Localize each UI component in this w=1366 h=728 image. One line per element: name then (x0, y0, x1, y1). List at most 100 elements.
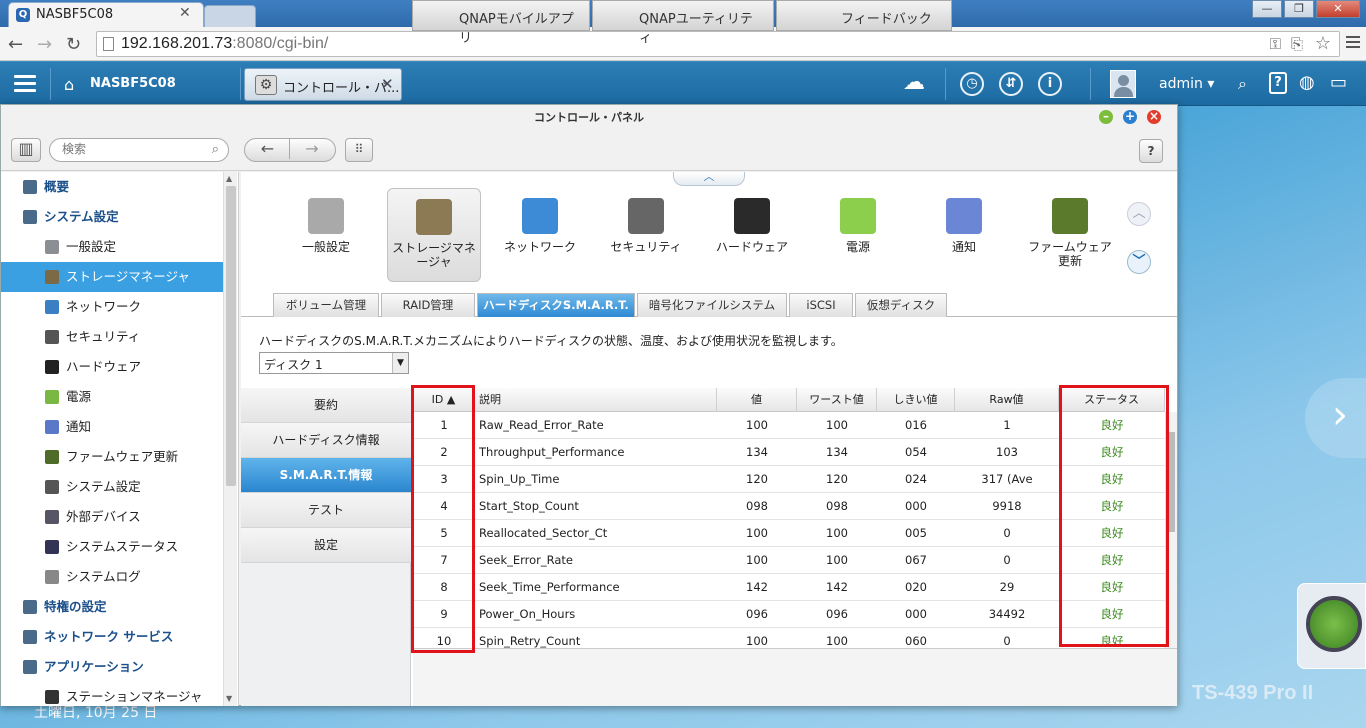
category-bulb[interactable]: 電源 (811, 188, 905, 282)
sidebar-item[interactable]: ハードウェア (1, 352, 223, 382)
taskbar-utility[interactable]: QNAPユーティリティ (592, 0, 774, 46)
table-row[interactable]: 7 Seek_Error_Rate 100 100 067 0 良好 (413, 547, 1165, 574)
back-arrow-icon[interactable]: ← (8, 34, 23, 55)
scroll-down-icon[interactable]: ▼ (226, 694, 232, 703)
table-row[interactable]: 3 Spin_Up_Time 120 120 024 317 (Ave 良好 (413, 466, 1165, 493)
sidebar-item[interactable]: システム設定 (1, 472, 223, 502)
info-icon[interactable]: i (1038, 72, 1062, 96)
category-hardware[interactable]: ハードウェア (705, 188, 799, 282)
minimize-icon[interactable]: – (1099, 110, 1113, 124)
tab-4[interactable]: iSCSI (789, 293, 853, 317)
category-lock[interactable]: セキュリティ (599, 188, 693, 282)
table-row[interactable]: 8 Seek_Time_Performance 142 142 020 29 良好 (413, 574, 1165, 601)
disk-select[interactable]: ディスク 1 ▼ (259, 352, 409, 374)
search-input[interactable] (62, 142, 202, 156)
column-header[interactable]: ワースト値 (797, 388, 877, 412)
star-icon[interactable]: ☆ (1315, 33, 1331, 54)
sidebar-item[interactable]: システムログ (1, 562, 223, 592)
new-tab-button[interactable] (204, 5, 256, 27)
desktop-icon[interactable]: ▭ (1330, 72, 1347, 93)
search-icon[interactable]: ⌕ (1238, 74, 1247, 94)
column-header[interactable]: 値 (717, 388, 797, 412)
sidebar-item[interactable]: 電源 (1, 382, 223, 412)
forward-arrow-icon[interactable]: → (37, 34, 52, 55)
collapse-icons-button[interactable]: ︿ (673, 171, 745, 186)
sidebar-item[interactable]: ネットワーク (1, 292, 223, 322)
sidebar-item[interactable]: ネットワーク サービス (1, 622, 223, 652)
tab-5[interactable]: 仮想ディスク (855, 293, 947, 317)
tab-0[interactable]: ボリューム管理 (273, 293, 379, 317)
minimize-button[interactable]: — (1252, 0, 1282, 18)
user-menu[interactable]: admin ▾ (1159, 76, 1214, 92)
help-button[interactable]: ? (1139, 139, 1163, 163)
table-row[interactable]: 4 Start_Stop_Count 098 098 000 9918 良好 (413, 493, 1165, 520)
tab-2[interactable]: ハードディスクS.M.A.R.T. (477, 293, 635, 317)
sidebar-scrollbar[interactable]: ▲ ▼ (223, 172, 237, 706)
table-row[interactable]: 1 Raw_Read_Error_Rate 100 100 016 1 良好 (413, 412, 1165, 439)
main-menu-icon[interactable] (14, 75, 36, 93)
avatar[interactable] (1110, 70, 1136, 98)
smart-subnav-item[interactable]: テスト (241, 493, 411, 528)
sidebar-item[interactable]: 外部デバイス (1, 502, 223, 532)
taskbar-feedback[interactable]: フィードバック (776, 0, 952, 31)
key-icon[interactable]: ⚿ (1270, 35, 1281, 53)
category-notification[interactable]: 通知 (917, 188, 1011, 282)
home-icon[interactable]: ⌂ (64, 75, 74, 94)
forward-button[interactable]: → (290, 139, 334, 159)
column-header[interactable]: 説明 (475, 388, 717, 412)
sidebar-item[interactable]: システムステータス (1, 532, 223, 562)
column-header[interactable]: しきい値 (877, 388, 955, 412)
apps-grid-button[interactable]: ⠿ (345, 138, 373, 162)
address-bar[interactable]: 192.168.201.73:8080/cgi-bin/ ⚿ ⎘ ☆ (96, 31, 1340, 57)
search-field[interactable]: ⌕ (49, 138, 229, 162)
sidebar-item[interactable]: 特権の設定 (1, 592, 223, 622)
control-panel-app-tab[interactable]: ⚙ コントロール・パ... ✕ (244, 68, 402, 101)
tab-1[interactable]: RAID管理 (381, 293, 475, 317)
sidebar-item[interactable]: セキュリティ (1, 322, 223, 352)
scrollbar-thumb[interactable] (226, 186, 236, 486)
scroll-up-icon[interactable]: ︿ (1127, 202, 1151, 226)
app-tab-close-icon[interactable]: ✕ (381, 75, 394, 93)
toggle-sidebar-button[interactable]: ▥ (11, 138, 41, 162)
scroll-down-icon[interactable]: ﹀ (1127, 250, 1151, 274)
back-button[interactable]: ← (246, 139, 290, 159)
sidebar-item[interactable]: システム設定 (1, 202, 223, 232)
close-icon[interactable]: × (1147, 110, 1161, 124)
smart-subnav-item[interactable]: S.M.A.R.T.情報 (241, 458, 411, 493)
help-icon[interactable]: ? (1269, 72, 1287, 94)
category-firmware[interactable]: ファームウェア更新 (1023, 188, 1117, 282)
category-clipboard[interactable]: 一般設定 (279, 188, 373, 282)
sidebar-item[interactable]: アプリケーション (1, 652, 223, 682)
sidebar-item[interactable]: ファームウェア更新 (1, 442, 223, 472)
category-storage[interactable]: ストレージマネージャ (387, 188, 481, 282)
browser-menu-icon[interactable] (1346, 34, 1360, 50)
sidebar-item[interactable]: 概要 (1, 172, 223, 202)
scroll-up-icon[interactable]: ▲ (226, 174, 232, 183)
smart-subnav-item[interactable]: 要約 (241, 388, 411, 423)
maximize-button[interactable]: ❐ (1284, 0, 1314, 18)
table-row[interactable]: 9 Power_On_Hours 096 096 000 34492 良好 (413, 601, 1165, 628)
sidebar-item[interactable]: 一般設定 (1, 232, 223, 262)
table-row[interactable]: 10 Spin_Retry_Count 100 100 060 0 良好 (413, 628, 1165, 648)
scrollbar-thumb[interactable] (1168, 432, 1175, 532)
sidebar-item[interactable]: ストレージマネージャ (1, 262, 223, 292)
table-row[interactable]: 2 Throughput_Performance 134 134 054 103 良好 (413, 439, 1165, 466)
browser-tab[interactable]: Q NASBF5C08 ✕ (8, 2, 204, 27)
reload-icon[interactable]: ↻ (66, 34, 81, 55)
tab-close-icon[interactable]: ✕ (179, 5, 191, 21)
smart-subnav-item[interactable]: ハードディスク情報 (241, 423, 411, 458)
cloud-icon[interactable]: ☁ (903, 70, 925, 95)
external-device-icon[interactable]: ⇵ (999, 72, 1023, 96)
maximize-icon[interactable]: + (1123, 110, 1137, 124)
translate-icon[interactable]: ⎘ (1291, 35, 1303, 53)
taskbar-mobile-app[interactable]: QNAPモバイルアプリ (412, 0, 590, 46)
smart-subnav-item[interactable]: 設定 (241, 528, 411, 563)
dashboard-widget[interactable] (1297, 583, 1366, 669)
column-header[interactable]: Raw値 (955, 388, 1059, 412)
sidebar-item[interactable]: ステーションマネージャ (1, 682, 223, 706)
language-globe-icon[interactable]: ◍ (1299, 72, 1315, 93)
category-network[interactable]: ネットワーク (493, 188, 587, 282)
close-window-button[interactable]: ✕ (1316, 0, 1360, 18)
table-row[interactable]: 5 Reallocated_Sector_Ct 100 100 005 0 良好 (413, 520, 1165, 547)
hostname[interactable]: NASBF5C08 (90, 76, 176, 91)
